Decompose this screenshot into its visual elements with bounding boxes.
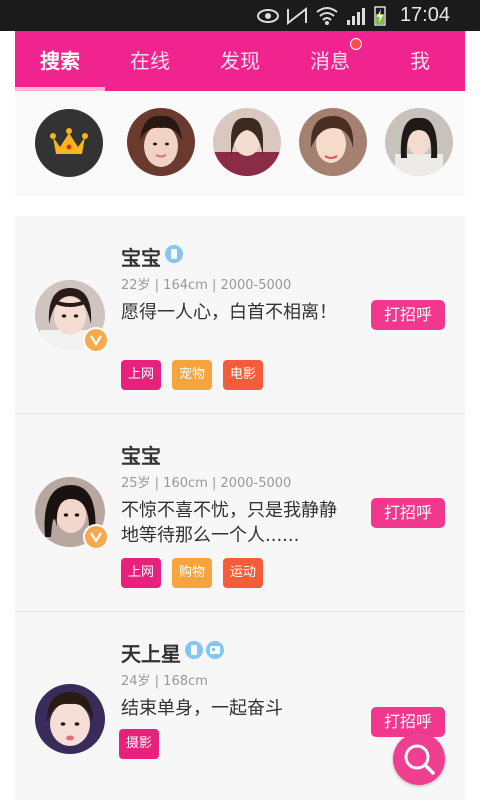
phone-verified-icon [185,641,203,659]
signal-icon [347,8,365,25]
battery-icon [374,6,386,26]
featured-users-strip [15,91,465,196]
section-gap [15,196,465,216]
phone-verified-icon [165,245,183,263]
avatar-photo [35,684,105,754]
user-signature: 愿得一人心，白首不相离！ [121,302,337,323]
featured-user-avatar[interactable] [299,108,367,176]
user-card[interactable]: 宝宝 25岁 | 160cm | 2000-5000 不惊不喜不忧，只是我静静地… [15,414,465,612]
clock: 17:04 [399,4,450,26]
avatar-photo [385,108,453,176]
top-tab-bar: 搜索 在线 发现 消息 我 [15,31,465,91]
verified-v-badge [83,327,109,353]
user-name: 天上星 [121,642,181,666]
interest-tag: 上网 [121,558,162,588]
tab-discover[interactable]: 发现 [195,31,285,91]
search-icon [404,744,435,775]
interest-tag: 宠物 [172,360,213,390]
vip-crown-button[interactable] [35,109,103,177]
tab-me[interactable]: 我 [375,31,465,91]
user-meta: 25岁 | 160cm | 2000-5000 [121,476,292,491]
user-name: 宝宝 [121,246,161,270]
wifi-icon [316,7,338,25]
avatar-photo [213,108,281,176]
avatar-photo [127,108,195,176]
tab-online[interactable]: 在线 [105,31,195,91]
tab-messages[interactable]: 消息 [285,31,375,91]
interest-tag: 摄影 [119,729,160,759]
eye-icon [257,9,279,23]
featured-user-avatar[interactable] [385,108,453,176]
featured-user-avatar[interactable] [213,108,281,176]
user-meta: 22岁 | 164cm | 2000-5000 [121,278,292,293]
interest-tag: 运动 [223,558,264,588]
interest-tag: 购物 [172,558,213,588]
floating-search-button[interactable] [393,733,445,785]
avatar-photo [299,108,367,176]
user-meta: 24岁 | 168cm [121,674,208,689]
verified-v-badge [83,524,109,550]
id-verified-icon [206,641,224,659]
greet-button[interactable]: 打招呼 [371,300,445,330]
user-avatar[interactable] [35,684,105,754]
nfc-icon [287,6,307,26]
user-name: 宝宝 [121,444,161,468]
featured-user-avatar[interactable] [127,108,195,176]
interest-tag: 上网 [121,360,162,390]
user-card[interactable]: 宝宝 22岁 | 164cm | 2000-5000 愿得一人心，白首不相离！ … [15,216,465,414]
user-signature: 结束单身，一起奋斗 [121,698,283,719]
interest-tag: 电影 [223,360,264,390]
unread-dot [350,38,362,50]
status-bar: 17:04 [0,0,480,31]
user-signature: 不惊不喜不忧，只是我静静地等待那么一个人...... [121,500,337,546]
greet-button[interactable]: 打招呼 [371,498,445,528]
tab-search[interactable]: 搜索 [15,31,105,91]
crown-icon [50,128,88,154]
